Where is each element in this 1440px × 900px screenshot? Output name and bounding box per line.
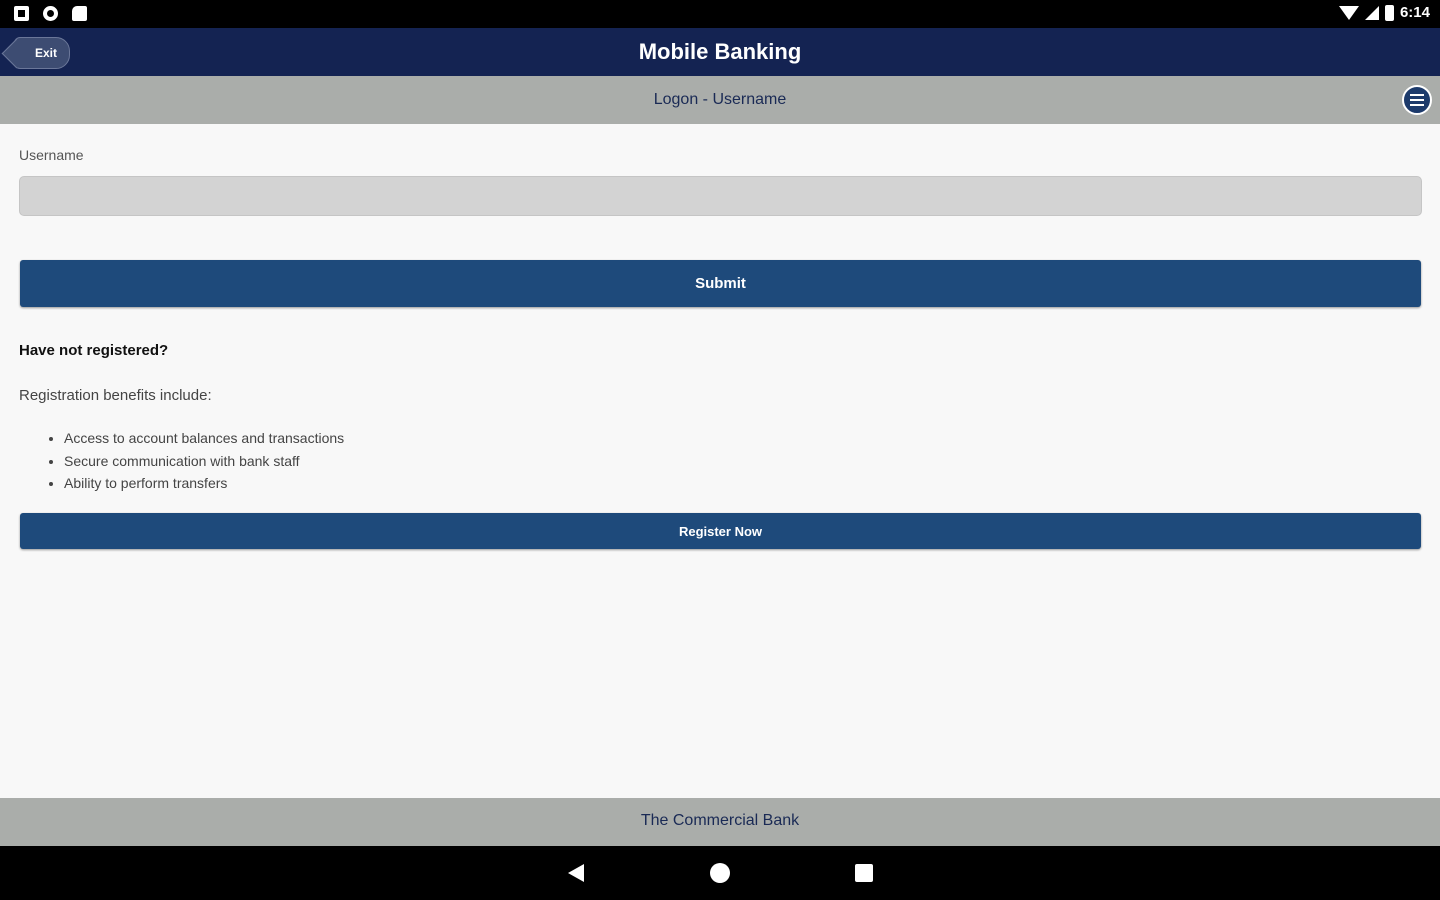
submit-button[interactable]: Submit [20, 260, 1421, 307]
status-bar: 6:14 [0, 0, 1440, 28]
username-label: Username [19, 147, 84, 163]
username-input[interactable] [19, 176, 1422, 216]
recents-icon[interactable] [855, 864, 873, 882]
bank-name: The Commercial Bank [640, 812, 800, 829]
wifi-icon [1338, 5, 1359, 20]
cell-signal-icon [1364, 5, 1379, 20]
notification-sync-icon [43, 6, 58, 21]
page-subheader: Logon - Username [0, 76, 1440, 124]
register-now-button[interactable]: Register Now [20, 513, 1421, 549]
menu-button[interactable] [1402, 85, 1432, 115]
status-time: 6:14 [1399, 4, 1430, 21]
app-title: Mobile Banking [638, 39, 802, 64]
list-item: Secure communication with bank staff [64, 450, 344, 473]
benefits-list: Access to account balances and transacti… [64, 427, 344, 495]
list-item: Ability to perform transfers [64, 472, 344, 495]
hamburger-menu-icon [1410, 94, 1424, 96]
main-content: Username Submit Have not registered? Reg… [0, 124, 1440, 798]
battery-icon [1384, 4, 1394, 21]
notification-app-icon [14, 6, 29, 21]
system-status: 6:14 [1338, 4, 1430, 21]
registration-intro: Registration benefits include: [19, 387, 212, 404]
list-item: Access to account balances and transacti… [64, 427, 344, 450]
app-header: Exit Mobile Banking [0, 28, 1440, 76]
back-icon[interactable] [568, 864, 584, 882]
page-title: Logon - Username [653, 91, 787, 108]
sd-card-icon [72, 6, 87, 21]
footer: The Commercial Bank [0, 798, 1440, 846]
system-nav-bar [0, 846, 1440, 900]
home-icon[interactable] [710, 863, 730, 883]
notification-icons [14, 6, 87, 21]
registration-heading: Have not registered? [19, 342, 169, 359]
